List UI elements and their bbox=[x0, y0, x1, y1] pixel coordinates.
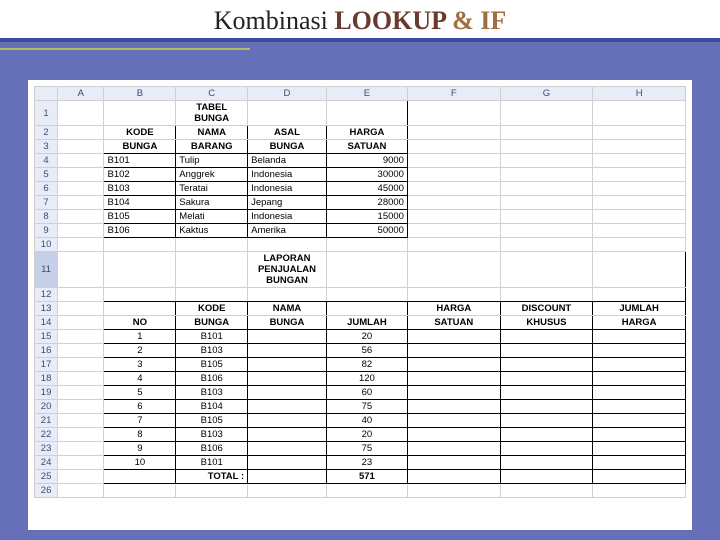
title-bar: Kombinasi LOOKUP & IF bbox=[0, 0, 720, 38]
col-A[interactable]: A bbox=[58, 87, 104, 101]
title-underline bbox=[0, 38, 720, 42]
rowhdr-3[interactable]: 3 bbox=[35, 140, 58, 154]
h-harga2[interactable]: SATUAN bbox=[326, 140, 407, 154]
select-all-corner[interactable] bbox=[35, 87, 58, 101]
row-20: 206B10475 bbox=[35, 400, 686, 414]
title-part1: Kombinasi bbox=[214, 6, 335, 35]
row-15: 151B10120 bbox=[35, 330, 686, 344]
row-25: 25TOTAL :571 bbox=[35, 470, 686, 484]
h-kode2[interactable]: BUNGA bbox=[104, 140, 176, 154]
accent-line bbox=[0, 48, 250, 50]
row-13: 13KODENAMAHARGADISCOUNTJUMLAH bbox=[35, 302, 686, 316]
row-7: 7B104SakuraJepang28000 bbox=[35, 196, 686, 210]
h-asal2[interactable]: BUNGA bbox=[248, 140, 327, 154]
row-23: 239B10675 bbox=[35, 442, 686, 456]
row-22: 228B10320 bbox=[35, 428, 686, 442]
rowhdr-2[interactable]: 2 bbox=[35, 126, 58, 140]
row-24: 2410B10123 bbox=[35, 456, 686, 470]
h-asal1[interactable]: ASAL bbox=[248, 126, 327, 140]
col-H[interactable]: H bbox=[593, 87, 686, 101]
row-26: 26 bbox=[35, 484, 686, 498]
row-3: 3BUNGABARANGBUNGASATUAN bbox=[35, 140, 686, 154]
row-4: 4B101TulipBelanda9000 bbox=[35, 154, 686, 168]
column-headers: A B C D E F G H bbox=[35, 87, 686, 101]
row-17: 173B10582 bbox=[35, 358, 686, 372]
row-19: 195B10360 bbox=[35, 386, 686, 400]
row-6: 6B103TerataiIndonesia45000 bbox=[35, 182, 686, 196]
row-2: 2 KODENAMAASALHARGA bbox=[35, 126, 686, 140]
title-part2: LOOKUP bbox=[334, 6, 452, 35]
slide-title: Kombinasi LOOKUP & IF bbox=[0, 6, 720, 36]
h-kode1[interactable]: KODE bbox=[104, 126, 176, 140]
row-16: 162B10356 bbox=[35, 344, 686, 358]
row-11: 11LAPORAN PENJUALAN BUNGAN bbox=[35, 252, 686, 288]
h-harga1[interactable]: HARGA bbox=[326, 126, 407, 140]
col-C[interactable]: C bbox=[176, 87, 248, 101]
col-D[interactable]: D bbox=[248, 87, 327, 101]
spreadsheet: A B C D E F G H 1TABEL BUNGA 2KODENAMAAS… bbox=[34, 86, 686, 498]
col-E[interactable]: E bbox=[326, 87, 407, 101]
row-1: 1 TABEL BUNGA bbox=[35, 101, 686, 126]
total-label[interactable]: TOTAL : bbox=[176, 470, 248, 484]
row-9: 9B106KaktusAmerika50000 bbox=[35, 224, 686, 238]
rowhdr-1[interactable]: 1 bbox=[35, 101, 58, 126]
row-14: 14NOBUNGABUNGAJUMLAHSATUANKHUSUSHARGA bbox=[35, 316, 686, 330]
spreadsheet-container: A B C D E F G H 1TABEL BUNGA 2KODENAMAAS… bbox=[28, 80, 692, 530]
col-F[interactable]: F bbox=[407, 87, 500, 101]
row-10: 10 bbox=[35, 238, 686, 252]
row-18: 184B106120 bbox=[35, 372, 686, 386]
title-part3: & IF bbox=[452, 6, 506, 35]
col-B[interactable]: B bbox=[104, 87, 176, 101]
col-G[interactable]: G bbox=[500, 87, 593, 101]
row-21: 217B10540 bbox=[35, 414, 686, 428]
h-nama2[interactable]: BARANG bbox=[176, 140, 248, 154]
total-value[interactable]: 571 bbox=[326, 470, 407, 484]
cell-title1[interactable]: TABEL BUNGA bbox=[176, 101, 248, 126]
cell-title2[interactable]: LAPORAN PENJUALAN BUNGAN bbox=[248, 252, 327, 288]
row-8: 8B105MelatiIndonesia15000 bbox=[35, 210, 686, 224]
h-nama1[interactable]: NAMA bbox=[176, 126, 248, 140]
row-5: 5B102AnggrekIndonesia30000 bbox=[35, 168, 686, 182]
row-12: 12 bbox=[35, 288, 686, 302]
